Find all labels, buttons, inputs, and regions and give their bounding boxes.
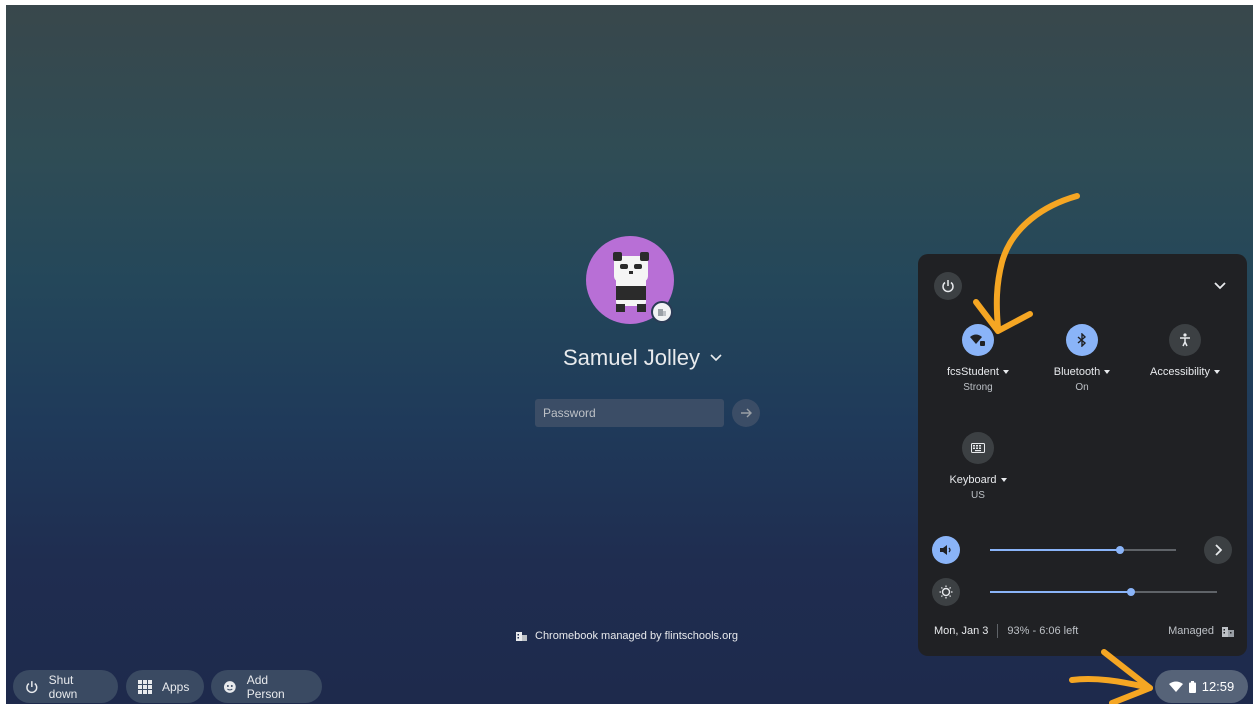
tile-keyboard-label: Keyboard [949,474,1007,486]
annotation-arrowhead-tray [1101,649,1153,704]
add-person-icon [223,680,236,693]
accessibility-toggle[interactable] [1169,324,1201,356]
managed-badge-icon [651,301,673,323]
tile-network[interactable]: fcsStudent Strong [930,324,1026,393]
submit-arrow-button[interactable] [732,399,760,427]
keyboard-icon [971,443,985,453]
bluetooth-toggle[interactable] [1066,324,1098,356]
user-selector[interactable]: Samuel Jolley [563,345,722,371]
chevron-down-icon [1214,282,1226,290]
annotation-arrow-tray [1069,675,1153,691]
caret-down-icon [1104,370,1111,374]
managed-indicator[interactable]: Managed [1168,625,1234,637]
tile-network-label: fcsStudent [947,366,1009,378]
qs-power-button[interactable] [934,272,962,300]
network-name: fcsStudent [947,366,999,378]
tile-accessibility-label: Accessibility [1150,366,1220,378]
caret-down-icon [1213,370,1220,374]
arrow-right-icon [741,408,752,418]
chevron-down-icon [710,354,722,362]
tile-keyboard[interactable]: Keyboard US [930,432,1026,501]
network-toggle[interactable] [962,324,994,356]
brightness-fill [990,591,1131,593]
shutdown-label: Shut down [48,672,78,701]
power-icon [942,280,954,293]
network-strength: Strong [963,382,993,393]
volume-thumb[interactable] [1116,546,1125,554]
managed-note-text: Chromebook managed by flintschools.org [535,630,739,642]
apps-grid-icon [138,679,152,694]
accessibility-name: Accessibility [1150,366,1210,378]
apps-label: Apps [162,679,190,694]
brightness-icon [939,585,953,599]
wifi-lock-icon [970,334,985,346]
speaker-icon [940,545,951,555]
volume-fill [990,549,1121,551]
keyboard-layout: US [971,490,985,501]
date-label[interactable]: Mon, Jan 3 [934,625,988,637]
add-person-button[interactable]: Add Person [211,670,322,703]
clock-time: 12:59 [1201,679,1235,694]
brightness-slider[interactable] [990,588,1217,596]
wifi-icon [1168,681,1183,692]
add-person-label: Add Person [246,672,285,701]
volume-mute-button[interactable] [932,536,960,564]
collapse-button[interactable] [1208,274,1232,298]
tile-accessibility[interactable]: Accessibility [1137,324,1233,378]
brightness-icon-button [932,578,960,606]
bluetooth-status: On [1075,382,1089,393]
caret-down-icon [1000,478,1007,482]
shutdown-button[interactable]: Shut down [13,670,118,703]
qs-footer: Mon, Jan 3 93% - 6:06 left Managed [934,624,1234,638]
apps-button[interactable]: Apps [126,670,204,703]
building-icon [1222,626,1234,637]
bluetooth-icon [1077,333,1087,347]
tile-bluetooth[interactable]: Bluetooth On [1034,324,1130,393]
tile-bluetooth-label: Bluetooth [1053,366,1111,378]
password-input[interactable] [535,399,724,427]
brightness-row [932,578,1217,606]
battery-icon [1188,680,1196,693]
brightness-thumb[interactable] [1126,588,1135,596]
status-tray-button[interactable]: 12:59 [1155,670,1248,703]
keyboard-name: Keyboard [949,474,997,486]
managed-label: Managed [1168,625,1214,637]
volume-row [932,536,1176,564]
audio-settings-button[interactable] [1204,536,1232,564]
accessibility-icon [1180,333,1190,347]
building-icon [516,632,527,641]
power-icon [26,680,38,693]
password-row [535,399,760,427]
chevron-right-icon [1215,544,1222,556]
volume-slider[interactable] [990,546,1176,554]
bluetooth-name: Bluetooth [1053,366,1101,378]
managed-note: Chromebook managed by flintschools.org [516,630,738,642]
user-name: Samuel Jolley [563,345,700,370]
quick-settings-panel: fcsStudent Strong Bluetooth On Accessibi… [918,254,1247,656]
battery-label[interactable]: 93% - 6:06 left [1007,625,1078,637]
keyboard-toggle[interactable] [962,432,994,464]
divider [997,624,999,638]
caret-down-icon [1002,370,1009,374]
